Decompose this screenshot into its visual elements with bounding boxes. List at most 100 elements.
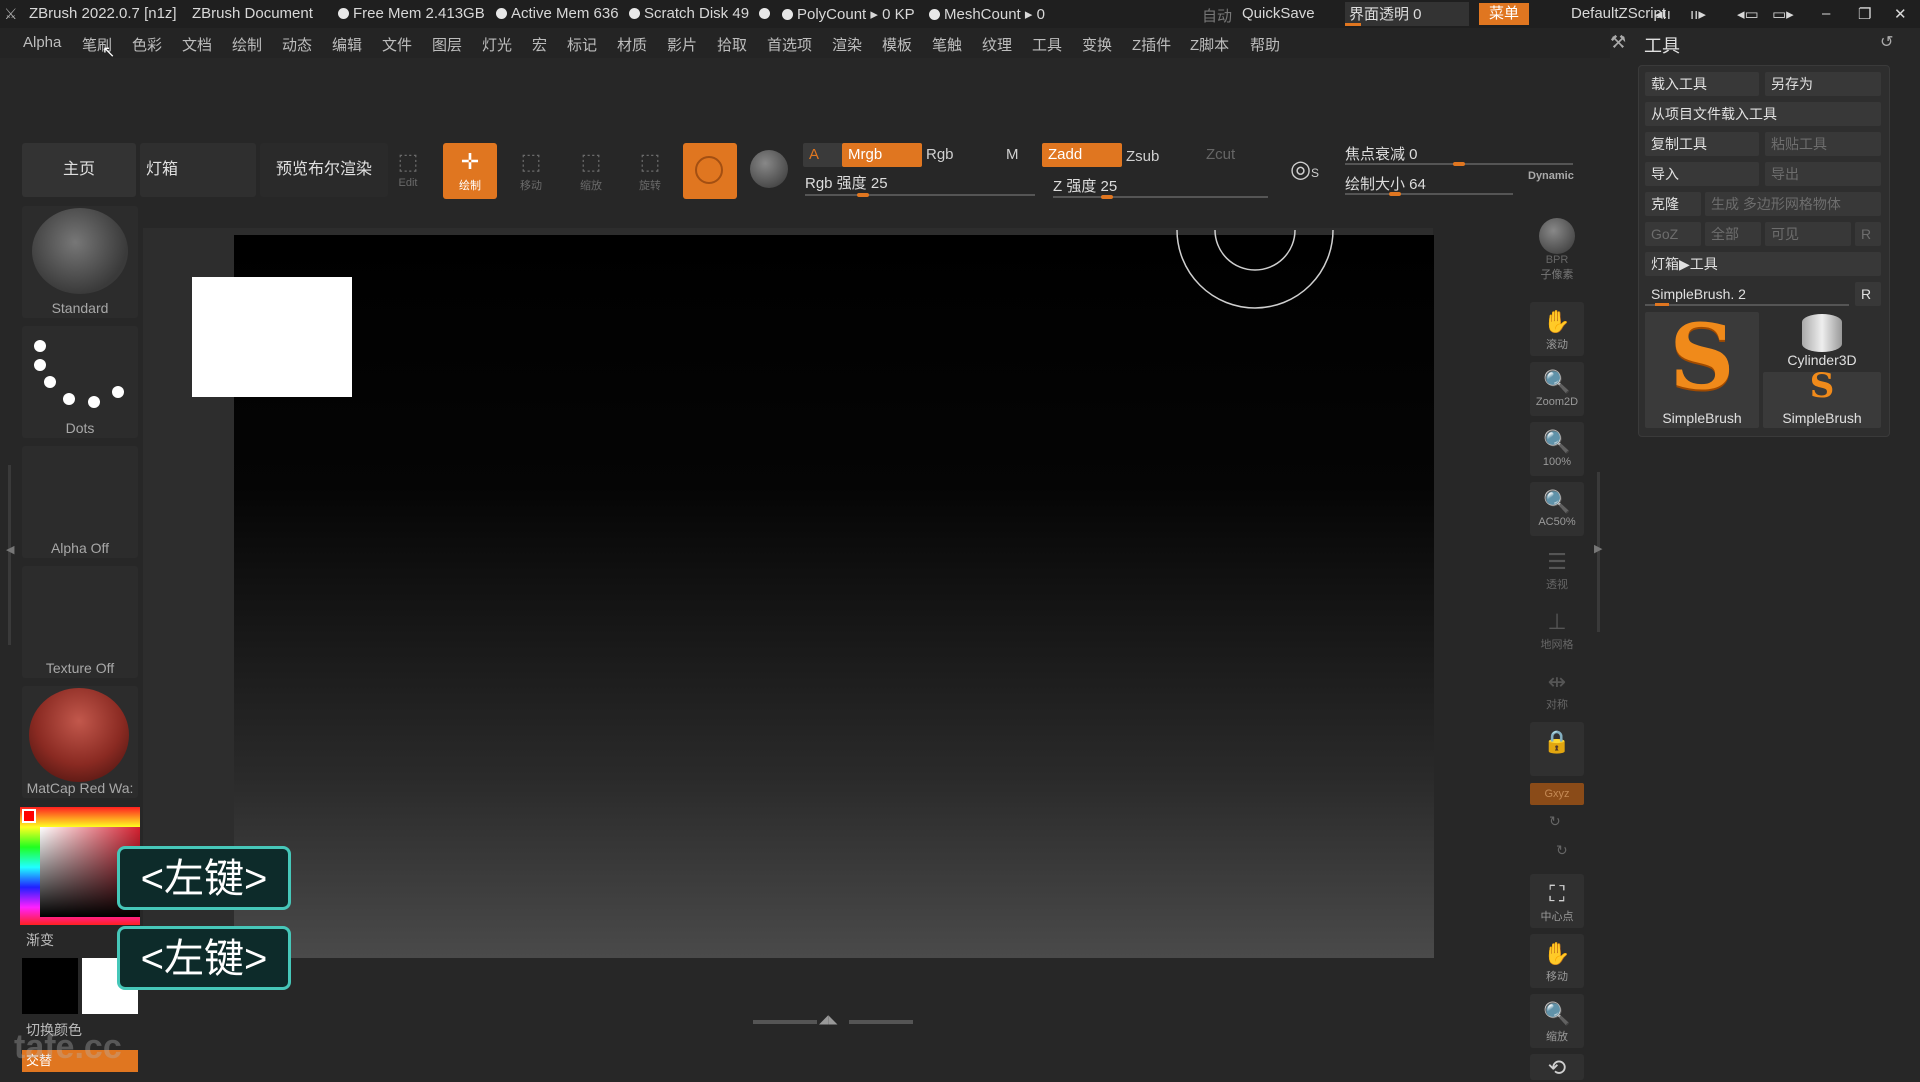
menu-item-texture[interactable]: 纹理	[982, 34, 1012, 55]
half-size-button[interactable]: 🔍 AC50%	[1530, 482, 1584, 536]
alpha-button[interactable]: Alpha Off	[22, 446, 138, 558]
floor-grid-button[interactable]: ⊥ 地网格	[1530, 602, 1584, 656]
menu-button[interactable]: 菜单	[1479, 3, 1529, 25]
gizmo-icon[interactable]	[750, 150, 788, 188]
rotate-view-button[interactable]: ⟲	[1530, 1054, 1584, 1080]
reset-icon[interactable]: ↺	[1880, 32, 1893, 52]
move-view-button[interactable]: ✋ 移动	[1530, 934, 1584, 988]
rgb-toggle[interactable]: Rgb	[920, 143, 982, 167]
goz-visible-button[interactable]: 可见	[1765, 222, 1851, 246]
menu-item-movie[interactable]: 影片	[667, 34, 697, 55]
dynamic-toggle[interactable]: Dynamic	[1528, 170, 1574, 182]
zoom2d-button[interactable]: 🔍 Zoom2D	[1530, 362, 1584, 416]
default-zscript-button[interactable]: DefaultZScript	[1571, 5, 1666, 22]
menu-item-picker[interactable]: 拾取	[717, 34, 747, 55]
menu-item-tool[interactable]: 工具	[1032, 34, 1062, 55]
local-button[interactable]: 🔒	[1530, 722, 1584, 776]
rotate-y-icon[interactable]: ↻	[1549, 813, 1561, 830]
tab-bpr-preview[interactable]: 预览布尔渲染	[260, 143, 388, 197]
rgb-intensity-slider[interactable]: Rgb 强度 25	[805, 172, 1035, 198]
perspective-button[interactable]: ☰ 透视	[1530, 542, 1584, 596]
focal-shift-slider[interactable]: 焦点衰减 0	[1345, 143, 1575, 167]
brush-button[interactable]: Standard	[22, 206, 138, 318]
lazy-mouse-icon[interactable]: ◎S	[1290, 155, 1330, 191]
move-mode-button[interactable]: ⬚ 移动	[508, 143, 554, 199]
paste-tool-button[interactable]: 粘贴工具	[1765, 132, 1881, 156]
menu-item-help[interactable]: 帮助	[1250, 34, 1280, 55]
bpr-button[interactable]: BPR 子像素	[1530, 214, 1584, 292]
copy-tool-button[interactable]: 复制工具	[1645, 132, 1759, 156]
menu-item-material[interactable]: 材质	[617, 34, 647, 55]
restore-icon[interactable]: ❐	[1858, 5, 1871, 23]
rotate-mode-button[interactable]: ⬚ 旋转	[627, 143, 673, 199]
draw-button[interactable]: ✛ 绘制	[443, 143, 497, 199]
scale-mode-button[interactable]: ⬚ 缩放	[568, 143, 614, 199]
menu-item-movie-dynamics[interactable]: 动态	[282, 34, 312, 55]
scroll-button[interactable]: ✋ 滚动	[1530, 302, 1584, 356]
menu-item-file[interactable]: 文件	[382, 34, 412, 55]
menu-item-stencil[interactable]: 模板	[882, 34, 912, 55]
current-tool-slider[interactable]: SimpleBrush. 2	[1645, 282, 1849, 306]
import-button[interactable]: 导入	[1645, 162, 1759, 186]
zadd-toggle[interactable]: Zadd	[1042, 143, 1122, 167]
tool-thumbnail-simplebrush-small[interactable]: S SimpleBrush	[1763, 366, 1881, 428]
lightbox-tools-button[interactable]: 灯箱▶工具	[1645, 252, 1881, 276]
menu-item-color[interactable]: 色彩	[132, 34, 162, 55]
a-toggle[interactable]: A	[803, 143, 843, 167]
goz-all-button[interactable]: 全部	[1705, 222, 1761, 246]
document-canvas[interactable]	[234, 235, 1434, 958]
main-color-swatch[interactable]	[22, 958, 78, 1014]
ui-transparency-slider[interactable]: 界面透明 0	[1345, 2, 1469, 26]
edit-button[interactable]: ⬚ Edit	[385, 143, 431, 199]
goz-button[interactable]: GoZ	[1645, 222, 1701, 246]
menu-item-draw[interactable]: 绘制	[232, 34, 262, 55]
zcut-toggle[interactable]: Zcut	[1200, 143, 1256, 167]
texture-button[interactable]: Texture Off	[22, 566, 138, 678]
menu-item-render[interactable]: 渲染	[832, 34, 862, 55]
tab-lightbox[interactable]: 灯箱	[140, 143, 256, 197]
menu-item-light[interactable]: 灯光	[482, 34, 512, 55]
menu-item-layer[interactable]: 图层	[432, 34, 462, 55]
close-icon[interactable]: ✕	[1894, 5, 1907, 23]
stroke-button[interactable]: Dots	[22, 326, 138, 438]
load-from-project-button[interactable]: 从项目文件载入工具	[1645, 102, 1881, 126]
tool-thumbnail-cylinder3d[interactable]: Cylinder3D	[1763, 312, 1881, 368]
export-button[interactable]: 导出	[1765, 162, 1881, 186]
actual-size-button[interactable]: 🔍 100%	[1530, 422, 1584, 476]
menu-item-transform[interactable]: 变换	[1082, 34, 1112, 55]
menu-item-marker[interactable]: 标记	[567, 34, 597, 55]
r-button[interactable]: R	[1855, 282, 1881, 306]
toggle-right-icon[interactable]: ıı▸	[1690, 5, 1706, 23]
m-toggle[interactable]: M	[1000, 143, 1030, 167]
tab-home[interactable]: 主页	[22, 143, 136, 197]
menu-item-alpha[interactable]: Alpha	[23, 34, 61, 51]
symmetry-button[interactable]: ⇹ 对称	[1530, 662, 1584, 716]
load-tool-button[interactable]: 载入工具	[1645, 72, 1759, 96]
gxyz-button[interactable]: Gxyz	[1530, 783, 1584, 805]
menu-item-preferences[interactable]: 首选项	[767, 34, 812, 55]
frame-button[interactable]: ⛶ 中心点	[1530, 874, 1584, 928]
clone-button[interactable]: 克隆	[1645, 192, 1701, 216]
toggle-left-icon[interactable]: ◂ıı	[1655, 5, 1671, 23]
right-tray-handle[interactable]: ▶	[1594, 472, 1602, 632]
menu-item-stroke[interactable]: 笔触	[932, 34, 962, 55]
make-polymesh-button[interactable]: 生成 多边形网格物体	[1705, 192, 1881, 216]
menu-item-edit[interactable]: 编辑	[332, 34, 362, 55]
layout-left-icon[interactable]: ◂▭	[1737, 5, 1759, 23]
material-button[interactable]: MatCap Red Wa:	[22, 686, 138, 798]
layout-right-icon[interactable]: ▭▸	[1772, 5, 1794, 23]
menu-item-zscript[interactable]: Z脚本	[1190, 34, 1229, 55]
scale-view-button[interactable]: 🔍 缩放	[1530, 994, 1584, 1048]
minimize-icon[interactable]: –	[1822, 5, 1830, 22]
goz-r-button[interactable]: R	[1855, 222, 1881, 246]
left-tray-handle[interactable]: ◀	[6, 465, 16, 645]
menu-item-macro[interactable]: 宏	[532, 34, 547, 55]
z-intensity-slider[interactable]: Z 强度 25	[1053, 175, 1268, 201]
bottom-tray-handle[interactable]: ◢◣	[753, 1012, 913, 1028]
mrgb-toggle[interactable]: Mrgb	[842, 143, 922, 167]
menu-item-document[interactable]: 文档	[182, 34, 212, 55]
sculptris-pro-button[interactable]	[683, 143, 737, 199]
save-as-button[interactable]: 另存为	[1765, 72, 1881, 96]
tool-thumbnail-simplebrush[interactable]: S SimpleBrush	[1645, 304, 1759, 428]
zsub-toggle[interactable]: Zsub	[1120, 145, 1186, 169]
